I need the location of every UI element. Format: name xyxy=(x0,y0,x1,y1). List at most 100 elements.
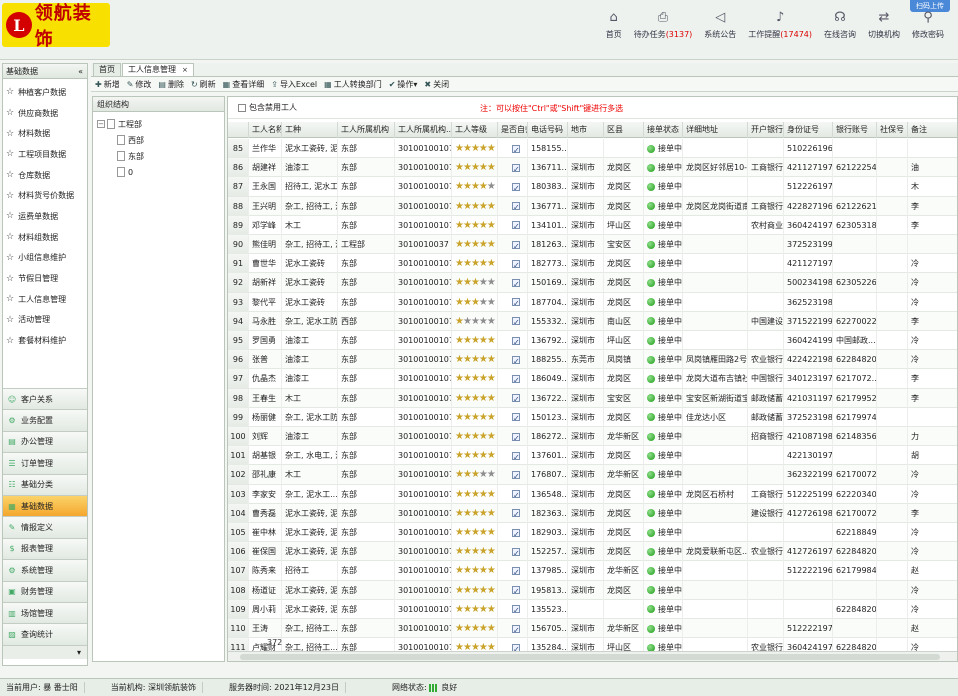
tree-node-root[interactable]: − 工程部 xyxy=(97,116,224,132)
module-item[interactable]: ✎ 情报定义 xyxy=(3,516,87,538)
column-header[interactable]: 身份证号 xyxy=(784,122,833,138)
toolbar-button-view[interactable]: ▦ 查看详细 xyxy=(223,79,265,90)
tab-item[interactable]: 首页 xyxy=(93,63,121,76)
column-header[interactable]: 备注 xyxy=(908,122,957,138)
self-return-checkbox[interactable] xyxy=(512,601,520,619)
toolbar-button-delete[interactable]: ▤ 删除 xyxy=(158,79,184,90)
column-header[interactable]: 地市 xyxy=(568,122,604,138)
table-row[interactable]: 93黎代平泥水工瓷砖东部301001001070...★★★★★187704..… xyxy=(228,292,957,312)
column-header[interactable]: 详细地址 xyxy=(683,122,748,138)
table-row[interactable]: 86胡建祥油漆工东部301001001070...★★★★★136711...深… xyxy=(228,158,957,178)
table-row[interactable]: 87王永国招待工, 泥水工...东部301001001070...★★★★★18… xyxy=(228,177,957,197)
sidebar-item[interactable]: ☆ 工程项目数据 xyxy=(3,144,87,165)
column-header[interactable]: 社保号 xyxy=(877,122,908,138)
sidebar-item[interactable]: ☆ 材料货号价数据 xyxy=(3,185,87,206)
table-row[interactable]: 90熊佳明杂工, 招待工, 泥...工程部3010010037★★★★★1812… xyxy=(228,235,957,255)
sidebar-item[interactable]: ☆ 种植客户数据 xyxy=(3,82,87,103)
self-return-checkbox[interactable] xyxy=(512,467,520,484)
table-row[interactable]: 102邵礼康木工东部301001001070...★★★★★176807...深… xyxy=(228,465,957,485)
table-row[interactable]: 92胡新祥泥水工瓷砖东部301001001070...★★★★★150169..… xyxy=(228,273,957,293)
table-row[interactable]: 100刘辉油漆工东部301001001070...★★★★★186272...深… xyxy=(228,427,957,447)
topnav-item-headset[interactable]: ☊ 在线咨询 xyxy=(818,10,862,40)
self-return-checkbox[interactable] xyxy=(512,563,520,580)
tree-node-child[interactable]: 西部 xyxy=(97,132,224,148)
sidebar-item[interactable]: ☆ 套餐材料维护 xyxy=(3,330,87,351)
table-row[interactable]: 98王春生木工东部301001001070...★★★★★136722...深圳… xyxy=(228,388,957,408)
column-header[interactable]: 是否自归 xyxy=(498,122,528,138)
tab-item[interactable]: 工人信息管理 × xyxy=(122,63,194,76)
column-header[interactable]: 接单状态 xyxy=(644,122,683,138)
table-row[interactable]: 96张普油漆工东部301001001070...★★★★★188255...东莞… xyxy=(228,350,957,370)
self-return-checkbox[interactable] xyxy=(512,179,520,196)
column-header[interactable]: 银行账号 xyxy=(833,122,877,138)
module-item[interactable]: ▤ 办公管理 xyxy=(3,430,87,453)
self-return-checkbox[interactable] xyxy=(512,294,520,312)
self-return-checkbox[interactable] xyxy=(512,582,520,600)
table-row[interactable]: 95罗国勇油漆工东部301001001070...★★★★★136792...深… xyxy=(228,331,957,351)
toolbar-button-edit[interactable]: ✎ 修改 xyxy=(127,79,152,90)
self-return-checkbox[interactable] xyxy=(512,448,520,465)
topnav-item-key[interactable]: ⚲ 修改密码 xyxy=(906,10,950,40)
topnav-item-speaker[interactable]: ◁ 系统公告 xyxy=(698,10,742,40)
table-row[interactable]: 88王兴明杂工, 招待工, 泥...东部301001001070...★★★★★… xyxy=(228,196,957,216)
module-item[interactable]: ▦ 基础数据 xyxy=(3,494,87,517)
self-return-checkbox[interactable] xyxy=(512,525,520,542)
sidebar-item[interactable]: ☆ 节假日管理 xyxy=(3,268,87,289)
table-row[interactable]: 103李家安杂工, 泥水工...东部301001001070...★★★★★13… xyxy=(228,484,957,504)
sidebar-item[interactable]: ☆ 工人信息管理 xyxy=(3,289,87,310)
table-row[interactable]: 99杨丽健杂工, 泥水工防...东部301001001070...★★★★★15… xyxy=(228,407,957,427)
toolbar-button-refresh[interactable]: ↻ 刷新 xyxy=(191,79,216,90)
self-return-checkbox[interactable] xyxy=(512,429,520,446)
close-tab-icon[interactable]: × xyxy=(182,66,188,74)
sidebar-item[interactable]: ☆ 小组信息维护 xyxy=(3,248,87,269)
module-item[interactable]: ▥ 场馆管理 xyxy=(3,601,87,624)
column-header[interactable]: 开户银行 xyxy=(748,122,784,138)
table-row[interactable]: 97仇晶杰油漆工东部301001001070...★★★★★186049...深… xyxy=(228,369,957,389)
self-return-checkbox[interactable] xyxy=(512,237,520,254)
self-return-checkbox[interactable] xyxy=(512,371,520,388)
self-return-checkbox[interactable] xyxy=(512,333,520,350)
toolbar-button-ops[interactable]: ✔ 操作▾ xyxy=(389,79,418,90)
module-item[interactable]: ▨ 查询统计 xyxy=(3,623,87,645)
table-row[interactable]: 107陈秀来招待工东部301001001070...★★★★★137985...… xyxy=(228,561,957,581)
topnav-item-home[interactable]: ⌂ 首页 xyxy=(600,10,628,40)
self-return-checkbox[interactable] xyxy=(512,621,520,638)
table-row[interactable]: 91曹世华泥水工瓷砖东部301001001070...★★★★★182773..… xyxy=(228,254,957,274)
module-item[interactable]: $ 报表管理 xyxy=(3,537,87,560)
toolbar-button-worker[interactable]: ▦ 工人转换部门 xyxy=(324,79,382,90)
toolbar-button-add[interactable]: ✚ 新增 xyxy=(95,79,120,90)
collapse-icon[interactable]: « xyxy=(78,64,83,79)
table-row[interactable]: 108杨道证泥水工瓷砖, 泥...东部301001001070...★★★★★1… xyxy=(228,580,957,600)
tree-toggle-icon[interactable]: − xyxy=(97,120,105,128)
tree-node-child[interactable]: 0 xyxy=(97,164,224,180)
column-header[interactable]: 工人所属机构... xyxy=(395,122,452,138)
self-return-checkbox[interactable] xyxy=(512,141,520,158)
topnav-item-printer[interactable]: ⎙ 待办任务(3137) xyxy=(628,10,699,40)
sidebar-item[interactable]: ☆ 活动管理 xyxy=(3,310,87,331)
toolbar-button-export[interactable]: ⇪ 导入Excel xyxy=(271,79,317,90)
module-item[interactable]: ☺ 客户关系 xyxy=(3,388,87,410)
self-return-checkbox[interactable] xyxy=(512,352,520,369)
horizontal-scrollbar[interactable] xyxy=(228,651,957,661)
column-header[interactable]: 电话号码 xyxy=(528,122,568,138)
module-item[interactable]: ☰ 订单管理 xyxy=(3,452,87,474)
self-return-checkbox[interactable] xyxy=(512,313,520,331)
column-header[interactable]: 工人等级 xyxy=(452,122,498,138)
sidebar-item[interactable]: ☆ 仓库数据 xyxy=(3,165,87,186)
module-item[interactable]: ☷ 基础分类 xyxy=(3,473,87,495)
self-return-checkbox[interactable] xyxy=(512,217,520,235)
table-row[interactable]: 101胡基银杂工, 水电工, 泥...东部301001001070...★★★★… xyxy=(228,446,957,466)
module-item[interactable]: ⚙ 业务配置 xyxy=(3,409,87,431)
column-header[interactable]: 区县 xyxy=(604,122,644,138)
table-row[interactable]: 106崔保国泥水工瓷砖, 泥...东部301001001070...★★★★★1… xyxy=(228,542,957,562)
sidebar-item[interactable]: ☆ 材料组数据 xyxy=(3,227,87,248)
scrollbar-thumb[interactable] xyxy=(240,654,940,660)
table-row[interactable]: 94马永胜杂工, 泥水工防...西部301001001070...★★★★★15… xyxy=(228,311,957,331)
module-item[interactable]: ⚙ 系统管理 xyxy=(3,559,87,581)
self-return-checkbox[interactable] xyxy=(512,505,520,523)
table-row[interactable]: 109周小莉泥水工瓷砖, 泥...东部301001001070...★★★★★1… xyxy=(228,599,957,619)
topnav-item-swap[interactable]: ⇄ 切换机构 xyxy=(862,10,906,40)
module-more-icon[interactable]: ▾ xyxy=(3,644,87,659)
table-row[interactable]: 104曹秀磊泥水工瓷砖, 泥...东部301001001070...★★★★★1… xyxy=(228,503,957,523)
table-row[interactable]: 89邓学峰木工东部301001001070...★★★★★134101...深圳… xyxy=(228,215,957,235)
